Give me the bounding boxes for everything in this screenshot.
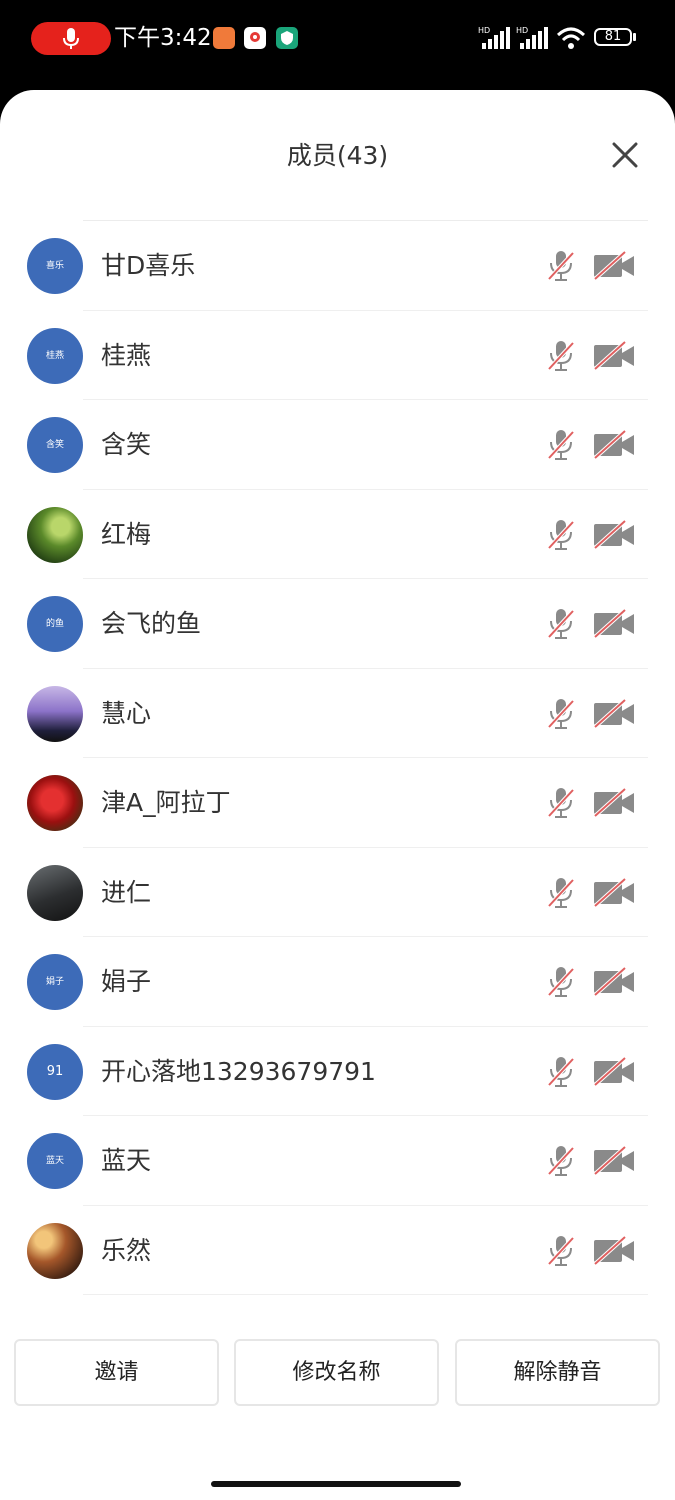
avatar[interactable]: 含笑 <box>27 417 83 473</box>
mic-off-icon[interactable] <box>546 607 576 641</box>
member-row[interactable]: 津A_阿拉丁 <box>0 758 675 848</box>
mic-off-icon[interactable] <box>546 1144 576 1178</box>
camera-off-icon[interactable] <box>593 609 635 639</box>
member-row[interactable]: 红梅 <box>0 490 675 579</box>
camera-off-icon[interactable] <box>593 430 635 460</box>
camera-off-icon[interactable] <box>593 251 635 281</box>
status-bar: 下午3:42 HD HD 81 <box>0 0 675 90</box>
mic-off-icon[interactable] <box>546 249 576 283</box>
camera-off-icon[interactable] <box>593 519 635 550</box>
member-list: 喜乐 甘D喜乐 桂燕 桂燕 含笑 含笑 红梅 的鱼 会飞的鱼 慧心 津A_阿拉丁 进仁 娟子 娟子 91 开心… <box>0 221 675 1295</box>
avatar[interactable] <box>27 864 83 921</box>
battery-cap <box>633 33 636 41</box>
member-name: 津A_阿拉丁 <box>101 788 231 817</box>
camera-off-icon[interactable] <box>593 1056 635 1087</box>
recording-indicator[interactable] <box>31 22 111 55</box>
mic-off-icon[interactable] <box>546 428 576 462</box>
member-name: 会飞的鱼 <box>101 609 202 638</box>
app-icon-shield <box>276 27 298 49</box>
svg-text:HD: HD <box>478 26 490 35</box>
avatar[interactable]: 喜乐 <box>27 238 83 294</box>
member-name: 含笑 <box>101 430 152 459</box>
member-name: 蓝天 <box>101 1146 152 1175</box>
camera-off-icon[interactable] <box>593 877 635 908</box>
status-time: 下午3:42 <box>114 25 212 51</box>
mic-off-icon[interactable] <box>546 697 576 731</box>
member-name: 乐然 <box>101 1235 152 1265</box>
camera-off-icon[interactable] <box>593 1146 635 1176</box>
avatar[interactable] <box>27 1222 83 1279</box>
wifi-icon <box>556 27 586 49</box>
avatar[interactable] <box>27 506 83 563</box>
camera-off-icon[interactable] <box>593 340 635 371</box>
member-name: 甘D喜乐 <box>101 251 196 280</box>
hd-signal-icon: HD <box>516 26 548 49</box>
member-name: 慧心 <box>101 698 152 728</box>
close-icon[interactable] <box>609 139 641 171</box>
app-icon-map <box>244 27 266 49</box>
invite-button[interactable]: 邀请 <box>14 1339 219 1406</box>
member-row[interactable]: 进仁 <box>0 848 675 937</box>
svg-text:HD: HD <box>516 26 528 35</box>
divider <box>83 1294 648 1295</box>
mic-off-icon[interactable] <box>546 339 576 373</box>
member-name: 进仁 <box>101 877 152 907</box>
avatar[interactable] <box>27 685 83 742</box>
avatar[interactable]: 蓝天 <box>27 1133 83 1189</box>
battery-icon: 81 <box>594 28 632 46</box>
member-row[interactable]: 喜乐 甘D喜乐 <box>0 221 675 311</box>
member-row[interactable]: 91 开心落地13293679791 <box>0 1027 675 1116</box>
member-row[interactable]: 乐然 <box>0 1206 675 1295</box>
unmute-button[interactable]: 解除静音 <box>455 1339 660 1406</box>
mic-off-icon[interactable] <box>546 518 576 552</box>
camera-off-icon[interactable] <box>593 967 635 997</box>
camera-off-icon[interactable] <box>593 1235 635 1266</box>
member-row[interactable]: 蓝天 蓝天 <box>0 1116 675 1206</box>
app-icon-orange <box>213 27 235 49</box>
mic-off-icon[interactable] <box>546 876 576 910</box>
camera-off-icon[interactable] <box>593 788 635 818</box>
members-sheet: 成员(43) 喜乐 甘D喜乐 桂燕 桂燕 含笑 含笑 红梅 的鱼 会飞的鱼 慧心 津A_阿拉丁 进仁娟… <box>0 90 675 1500</box>
avatar[interactable]: 娟子 <box>27 954 83 1010</box>
member-row[interactable]: 娟子 娟子 <box>0 937 675 1027</box>
member-row[interactable]: 慧心 <box>0 669 675 758</box>
mic-off-icon[interactable] <box>546 786 576 820</box>
hd-signal-icon: HD <box>478 26 510 49</box>
rename-button[interactable]: 修改名称 <box>234 1339 439 1406</box>
member-row[interactable]: 含笑 含笑 <box>0 400 675 490</box>
member-row[interactable]: 桂燕 桂燕 <box>0 311 675 400</box>
mic-off-icon[interactable] <box>546 1055 576 1089</box>
mic-off-icon[interactable] <box>546 965 576 999</box>
avatar[interactable]: 的鱼 <box>27 596 83 652</box>
home-indicator[interactable] <box>211 1481 461 1487</box>
member-name: 娟子 <box>101 967 152 996</box>
member-name: 开心落地13293679791 <box>101 1056 376 1086</box>
avatar[interactable] <box>27 775 83 831</box>
avatar[interactable]: 桂燕 <box>27 327 83 384</box>
member-row[interactable]: 的鱼 会飞的鱼 <box>0 579 675 669</box>
camera-off-icon[interactable] <box>593 698 635 729</box>
member-name: 红梅 <box>101 519 152 549</box>
recording-mic-icon <box>63 28 79 49</box>
avatar[interactable]: 91 <box>27 1043 83 1100</box>
battery-level: 81 <box>604 29 622 44</box>
member-name: 桂燕 <box>101 340 152 370</box>
mic-off-icon[interactable] <box>546 1234 576 1268</box>
sheet-title: 成员(43) <box>286 141 389 170</box>
